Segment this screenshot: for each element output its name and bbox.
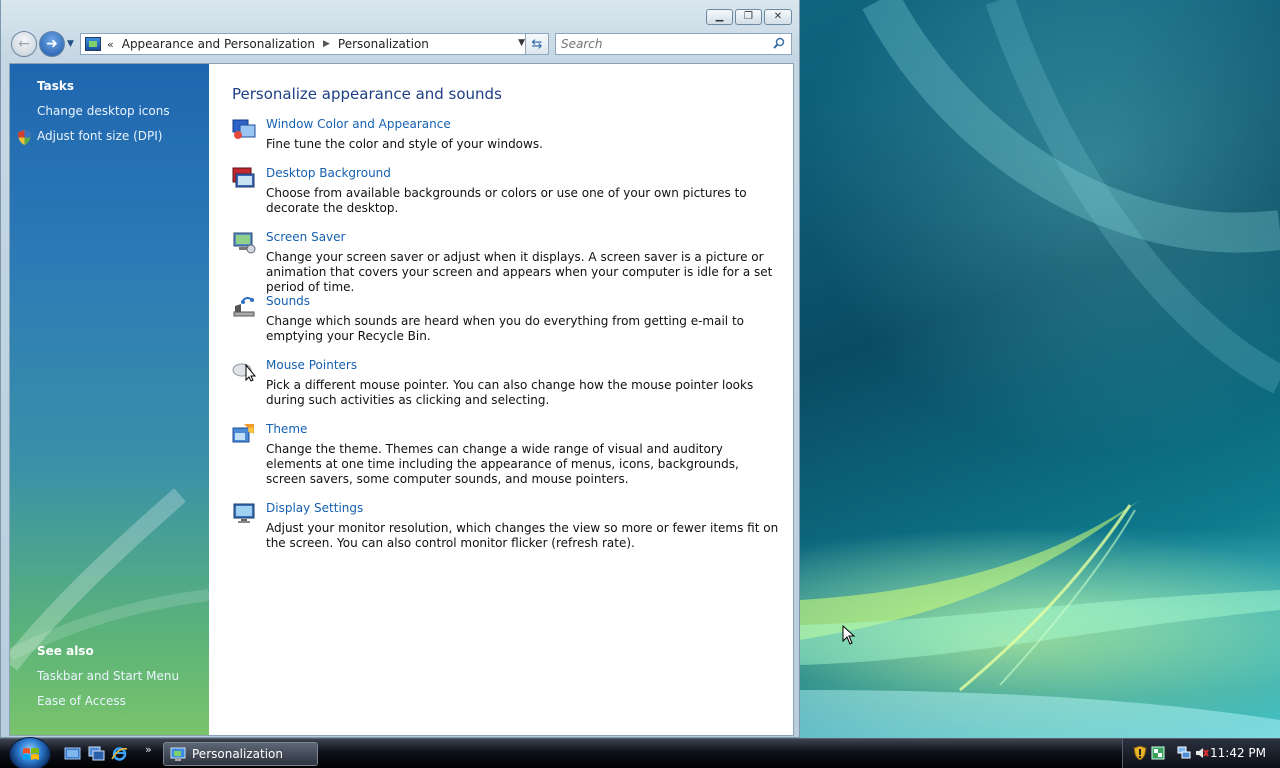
sounds-icon [233,297,255,317]
control-panel-icon [85,37,101,51]
restore-icon: ❐ [744,11,753,22]
mouse-pointer-icon [232,363,256,382]
display-settings-link[interactable]: Display Settings [266,501,363,515]
windows-sidebar-icon[interactable] [1151,746,1165,760]
taskbar-start-menu-link[interactable]: Taskbar and Start Menu [37,669,179,683]
sounds-link[interactable]: Sounds [266,294,310,308]
search-icon[interactable] [773,37,785,49]
ease-of-access-link[interactable]: Ease of Access [37,694,126,708]
desktop-background-description: Choose from available backgrounds or col… [266,186,747,215]
start-button[interactable] [9,737,51,768]
chevron-down-icon[interactable]: ▼ [518,38,525,48]
theme-link[interactable]: Theme [266,422,307,436]
close-button[interactable]: ✕ [764,9,792,25]
back-arrow-icon: ← [18,36,30,52]
main-content: Personalize appearance and sounds Window… [209,64,793,735]
screen-saver-description: Change your screen saver or adjust when … [266,250,773,294]
refresh-button[interactable]: ⇆ [525,33,549,55]
volume-muted-icon[interactable] [1195,746,1209,760]
adjust-font-size-link[interactable]: Adjust font size (DPI) [37,129,162,143]
personalization-window: ▁ ❐ ✕ ← ➜ ▼ « Appearance and Personaliza… [0,0,800,738]
caption-buttons: ▁ ❐ ✕ [706,9,792,25]
internet-explorer-icon[interactable] [111,746,128,761]
search-input[interactable] [561,37,761,51]
quick-launch-overflow[interactable]: » [145,743,152,756]
mouse-pointers-link[interactable]: Mouse Pointers [266,358,357,372]
taskbar-button-personalization[interactable]: Personalization [163,742,318,766]
search-box[interactable] [555,33,792,55]
navigation-bar: ← ➜ ▼ « Appearance and Personalization ▶… [10,31,792,57]
breadcrumb-personalization[interactable]: Personalization [338,37,429,51]
breadcrumb-appearance[interactable]: Appearance and Personalization [122,37,315,51]
uac-shield-icon [18,130,31,145]
mouse-cursor-icon [842,625,856,645]
screen-saver-icon [233,232,256,254]
taskbar-clock[interactable]: 11:42 PM [1210,746,1266,760]
page-title: Personalize appearance and sounds [232,85,502,103]
maximize-button[interactable]: ❐ [735,9,762,25]
windows-logo-icon [23,748,39,760]
desktop-background-link[interactable]: Desktop Background [266,166,391,180]
minimize-button[interactable]: ▁ [706,9,733,25]
tasks-heading: Tasks [37,79,75,93]
mouse-pointers-description: Pick a different mouse pointer. You can … [266,378,754,407]
recent-pages-dropdown[interactable]: ▼ [67,39,74,49]
back-button[interactable]: ← [11,31,37,57]
display-settings-icon [233,503,255,523]
forward-arrow-icon: ➜ [46,36,58,52]
sidebar-swirl [10,488,209,671]
notification-area: 11:42 PM [1122,739,1280,768]
window-color-description: Fine tune the color and style of your wi… [266,137,543,151]
task-pane: Tasks Change desktop icons Adjust font s… [10,64,209,735]
network-icon[interactable] [1177,746,1191,760]
display-settings-description: Adjust your monitor resolution, which ch… [266,521,779,550]
forward-button[interactable]: ➜ [39,31,65,57]
show-desktop-icon[interactable] [64,746,81,761]
desktop-background-icon [232,167,255,188]
sounds-description: Change which sounds are heard when you d… [266,314,744,343]
screen-saver-link[interactable]: Screen Saver [266,230,345,244]
theme-icon [232,424,254,443]
window-color-link[interactable]: Window Color and Appearance [266,117,451,131]
window-body: Tasks Change desktop icons Adjust font s… [9,63,794,736]
window-color-icon [232,119,256,139]
theme-description: Change the theme. Themes can change a wi… [266,442,739,486]
refresh-icon: ⇆ [531,36,543,52]
control-panel-icon [170,747,186,761]
taskbar-button-label: Personalization [192,747,283,761]
breadcrumb-overflow[interactable]: « [107,38,114,51]
taskbar: » Personalization 11:42 PM [0,737,1280,768]
address-bar[interactable]: « Appearance and Personalization ▶ Perso… [80,33,530,55]
security-shield-icon[interactable] [1133,746,1147,760]
see-also-heading: See also [37,644,94,658]
switch-windows-icon[interactable] [88,746,105,761]
change-desktop-icons-link[interactable]: Change desktop icons [37,104,170,118]
minimize-icon: ▁ [715,11,724,22]
close-icon: ✕ [773,11,783,22]
breadcrumb-separator-icon[interactable]: ▶ [323,39,330,49]
